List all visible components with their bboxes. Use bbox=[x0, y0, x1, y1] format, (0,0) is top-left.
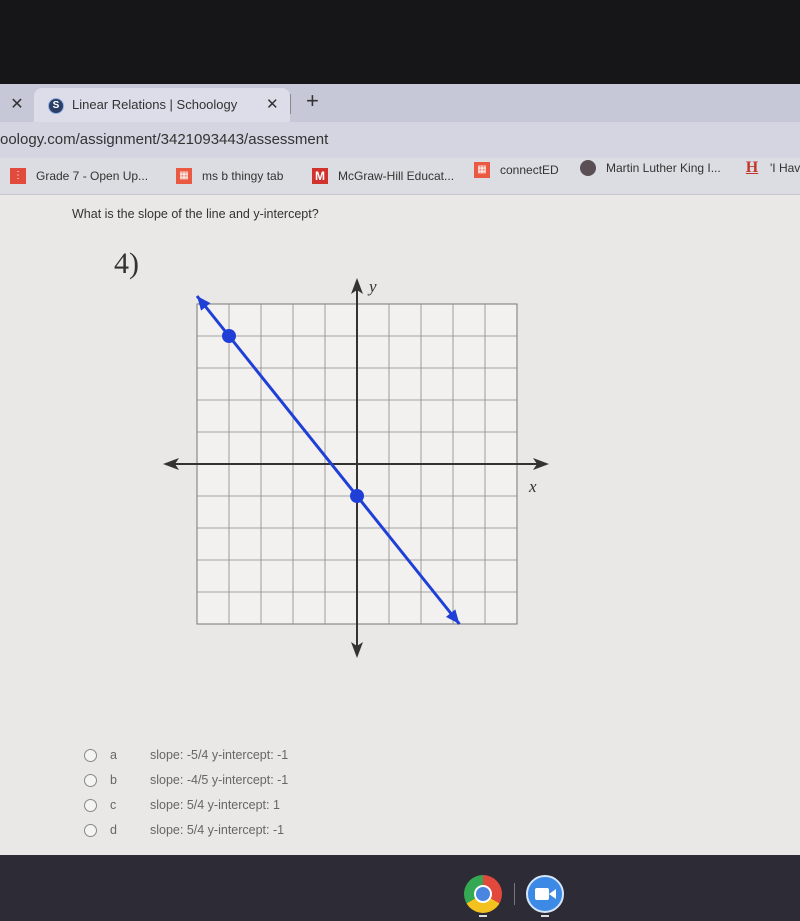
address-bar[interactable]: oology.com/assignment/3421093443/assessm… bbox=[0, 122, 800, 158]
tab-close-icon[interactable]: ✕ bbox=[266, 95, 279, 113]
screen-bezel bbox=[0, 0, 800, 84]
bookmark-label: Grade 7 - Open Up... bbox=[36, 169, 149, 183]
history-icon: H bbox=[745, 159, 759, 176]
connected-icon: ▦ bbox=[474, 162, 490, 178]
option-d[interactable]: d slope: 5/4 y-intercept: -1 bbox=[84, 820, 384, 845]
tab-linear-relations[interactable]: S Linear Relations | Schoology ✕ bbox=[34, 88, 290, 122]
open-up-icon: ⋮ bbox=[10, 168, 26, 184]
option-c[interactable]: c slope: 5/4 y-intercept: 1 bbox=[84, 795, 384, 820]
shelf-divider bbox=[514, 883, 515, 905]
zoom-running-indicator bbox=[541, 915, 549, 917]
url-text[interactable]: oology.com/assignment/3421093443/assessm… bbox=[0, 131, 328, 148]
radio-a[interactable] bbox=[84, 749, 97, 762]
option-text: slope: 5/4 y-intercept: 1 bbox=[150, 798, 280, 812]
option-letter: a bbox=[110, 748, 117, 762]
bookmark-label: Martin Luther King I... bbox=[606, 161, 721, 175]
y-axis-label: y bbox=[367, 277, 377, 296]
tab-divider bbox=[290, 94, 291, 114]
bookmark-mlk[interactable]: Martin Luther King I... bbox=[580, 158, 721, 178]
chrome-running-indicator bbox=[479, 915, 487, 917]
option-b[interactable]: b slope: -4/5 y-intercept: -1 bbox=[84, 770, 384, 795]
bookmark-connected[interactable]: ▦ connectED bbox=[474, 160, 559, 180]
answer-options: a slope: -5/4 y-intercept: -1 b slope: -… bbox=[84, 745, 384, 845]
option-text: slope: -4/5 y-intercept: -1 bbox=[150, 773, 289, 787]
bookmark-grade7[interactable]: ⋮ Grade 7 - Open Up... bbox=[10, 166, 148, 186]
grid-icon: ▦ bbox=[176, 168, 192, 184]
data-point bbox=[350, 489, 364, 503]
bookmark-ms-b-thingy-tab[interactable]: ▦ ms b thingy tab bbox=[176, 166, 283, 186]
option-text: slope: 5/4 y-intercept: -1 bbox=[150, 823, 285, 837]
globe-icon bbox=[580, 160, 596, 176]
radio-c[interactable] bbox=[84, 799, 97, 812]
bookmark-label: ms b thingy tab bbox=[202, 169, 284, 183]
question-number: 4) bbox=[114, 247, 139, 280]
option-letter: d bbox=[110, 823, 117, 837]
radio-d[interactable] bbox=[84, 824, 97, 837]
assessment-page: What is the slope of the line and y-inte… bbox=[0, 195, 800, 855]
bookmarks-bar: ⋮ Grade 7 - Open Up... ▦ ms b thingy tab… bbox=[0, 158, 800, 195]
new-tab-button[interactable]: + bbox=[306, 88, 319, 114]
chrome-icon[interactable] bbox=[464, 875, 502, 913]
radio-b[interactable] bbox=[84, 774, 97, 787]
bookmark-label: connectED bbox=[500, 163, 559, 177]
option-a[interactable]: a slope: -5/4 y-intercept: -1 bbox=[84, 745, 384, 770]
tab-title: Linear Relations | Schoology bbox=[72, 97, 238, 112]
os-shelf bbox=[0, 855, 800, 921]
question-prompt: What is the slope of the line and y-inte… bbox=[72, 207, 319, 221]
x-axis-label: x bbox=[528, 477, 537, 496]
coordinate-graph: x y bbox=[163, 277, 549, 658]
mcgraw-hill-icon: M bbox=[312, 168, 328, 184]
previous-tab-close-icon[interactable]: ✕ bbox=[8, 94, 26, 114]
data-point bbox=[222, 329, 236, 343]
tab-strip: ✕ S Linear Relations | Schoology ✕ + bbox=[0, 84, 800, 122]
option-letter: b bbox=[110, 773, 117, 787]
zoom-icon[interactable] bbox=[526, 875, 564, 913]
bookmark-label: 'I Hav bbox=[770, 161, 800, 175]
option-letter: c bbox=[110, 798, 117, 812]
bookmark-mcgraw-hill[interactable]: M McGraw-Hill Educat... bbox=[312, 166, 454, 186]
option-text: slope: -5/4 y-intercept: -1 bbox=[150, 748, 289, 762]
schoology-favicon-icon: S bbox=[48, 98, 64, 114]
bookmark-i-have[interactable]: H 'I Hav bbox=[744, 158, 800, 178]
bookmark-label: McGraw-Hill Educat... bbox=[338, 169, 455, 183]
